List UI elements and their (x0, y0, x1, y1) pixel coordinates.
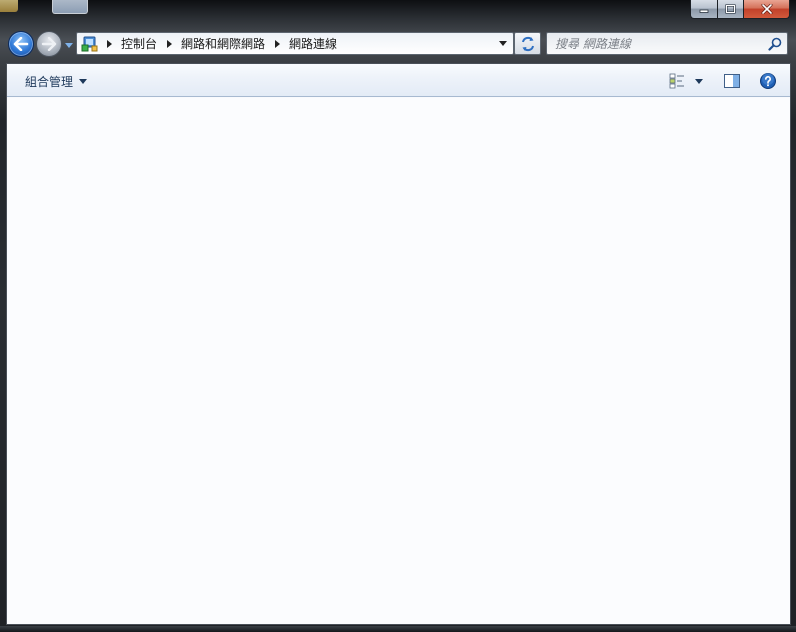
control-panel-icon (80, 34, 100, 54)
maximize-icon (725, 4, 736, 14)
search-input[interactable] (555, 33, 755, 54)
file-list-pane[interactable] (7, 98, 790, 624)
chevron-down-icon (65, 42, 73, 48)
address-history-dropdown[interactable] (497, 33, 509, 54)
breadcrumb-separator[interactable] (100, 39, 118, 48)
breadcrumb-item-control-panel[interactable]: 控制台 (118, 35, 160, 52)
help-icon (760, 73, 776, 89)
breadcrumb-separator[interactable] (268, 39, 286, 48)
refresh-button[interactable] (514, 32, 541, 55)
breadcrumb-separator[interactable] (160, 39, 178, 48)
address-bar[interactable]: 控制台 網路和網際網路 網路連線 (76, 32, 514, 55)
chevron-down-icon (695, 78, 703, 84)
change-view-icon (669, 73, 684, 89)
close-button[interactable] (743, 0, 790, 19)
refresh-icon (521, 36, 534, 51)
chevron-down-icon (499, 41, 507, 46)
maximize-button[interactable] (717, 0, 743, 19)
chevron-right-icon (166, 39, 172, 48)
explorer-client-area: 組合管理 (6, 63, 791, 625)
desktop-folder-icon (0, 0, 18, 12)
search-icon[interactable] (768, 37, 782, 51)
breadcrumb-item-network-connections[interactable]: 網路連線 (286, 35, 340, 52)
caption-buttons (690, 0, 790, 19)
forward-arrow-icon (41, 37, 57, 51)
recent-pages-dropdown[interactable] (64, 40, 74, 50)
command-bar: 組合管理 (7, 64, 790, 97)
organize-button[interactable]: 組合管理 (17, 70, 95, 92)
search-box (546, 32, 788, 55)
desktop-item-icon (52, 0, 88, 14)
chevron-down-icon (79, 78, 88, 84)
forward-button[interactable] (36, 31, 62, 57)
organize-label: 組合管理 (25, 74, 74, 89)
preview-pane-icon (724, 74, 740, 88)
window-bottom-border (0, 626, 796, 632)
preview-pane-button[interactable] (721, 70, 743, 92)
chevron-right-icon (274, 39, 280, 48)
change-view-button[interactable] (665, 70, 705, 92)
breadcrumb: 控制台 網路和網際網路 網路連線 (100, 33, 340, 54)
breadcrumb-item-network-internet[interactable]: 網路和網際網路 (178, 35, 268, 52)
back-button[interactable] (8, 31, 34, 57)
minimize-icon (699, 9, 709, 13)
back-arrow-icon (13, 37, 29, 51)
help-button[interactable] (757, 70, 779, 92)
minimize-button[interactable] (690, 0, 717, 19)
close-icon (761, 4, 772, 14)
chevron-right-icon (106, 39, 112, 48)
